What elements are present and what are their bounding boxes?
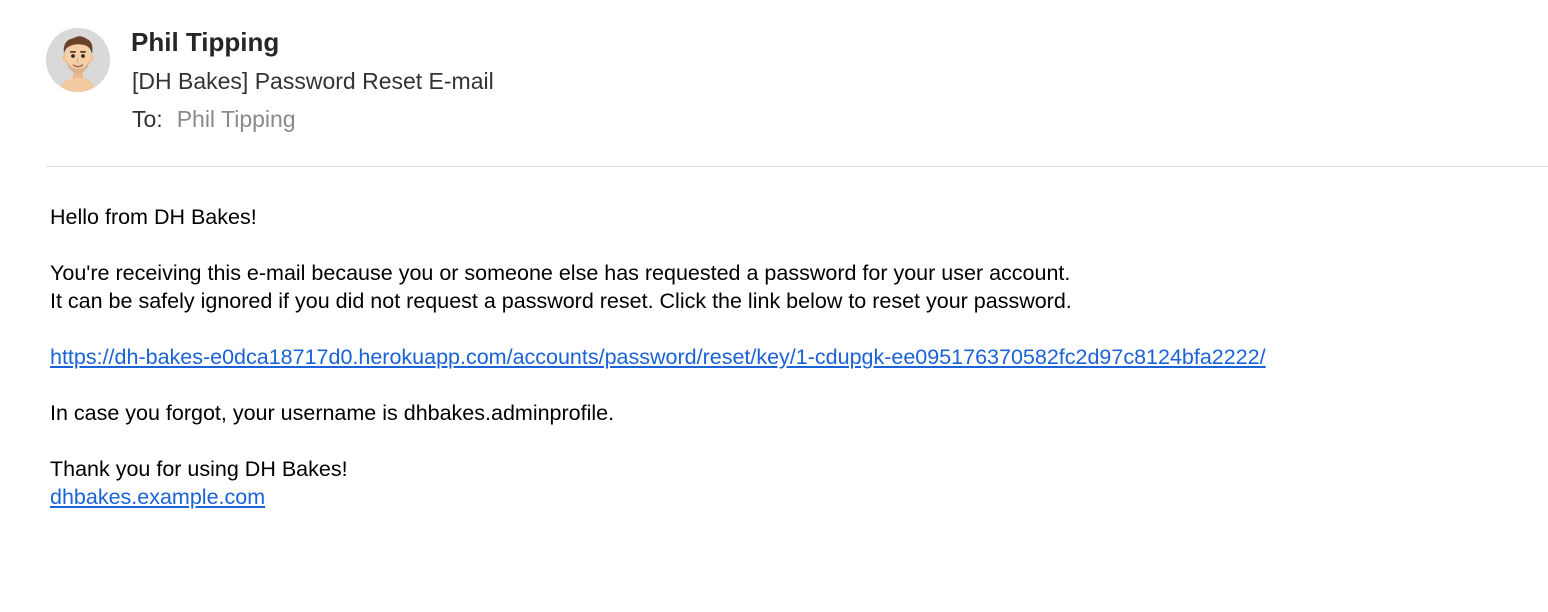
greeting-text: Hello from DH Bakes! — [50, 205, 257, 229]
signoff-paragraph: Thank you for using DH Bakes! dhbakes.ex… — [50, 455, 1530, 511]
explanation-line-1: You're receiving this e-mail because you… — [50, 261, 1071, 285]
thanks-text: Thank you for using DH Bakes! — [50, 457, 348, 481]
recipient-row: To: Phil Tipping — [132, 104, 296, 134]
password-reset-link[interactable]: https://dh-bakes-e0dca18717d0.herokuapp.… — [50, 345, 1266, 369]
memoji-avatar-icon — [46, 28, 110, 92]
email-header: Phil Tipping [DH Bakes] Password Reset E… — [46, 24, 1548, 167]
to-label: To: — [132, 106, 163, 132]
email-body: Hello from DH Bakes! You're receiving th… — [50, 203, 1530, 511]
username-note: In case you forgot, your username is dhb… — [50, 401, 615, 425]
email-subject: [DH Bakes] Password Reset E-mail — [132, 68, 494, 94]
sender-name: Phil Tipping — [131, 27, 280, 57]
sender-avatar[interactable] — [46, 28, 110, 92]
reset-link-paragraph: https://dh-bakes-e0dca18717d0.herokuapp.… — [50, 343, 1530, 371]
explanation-line-2: It can be safely ignored if you did not … — [50, 289, 1072, 313]
explanation-paragraph: You're receiving this e-mail because you… — [50, 259, 1530, 315]
site-link[interactable]: dhbakes.example.com — [50, 485, 265, 509]
recipient-name[interactable]: Phil Tipping — [177, 106, 296, 132]
